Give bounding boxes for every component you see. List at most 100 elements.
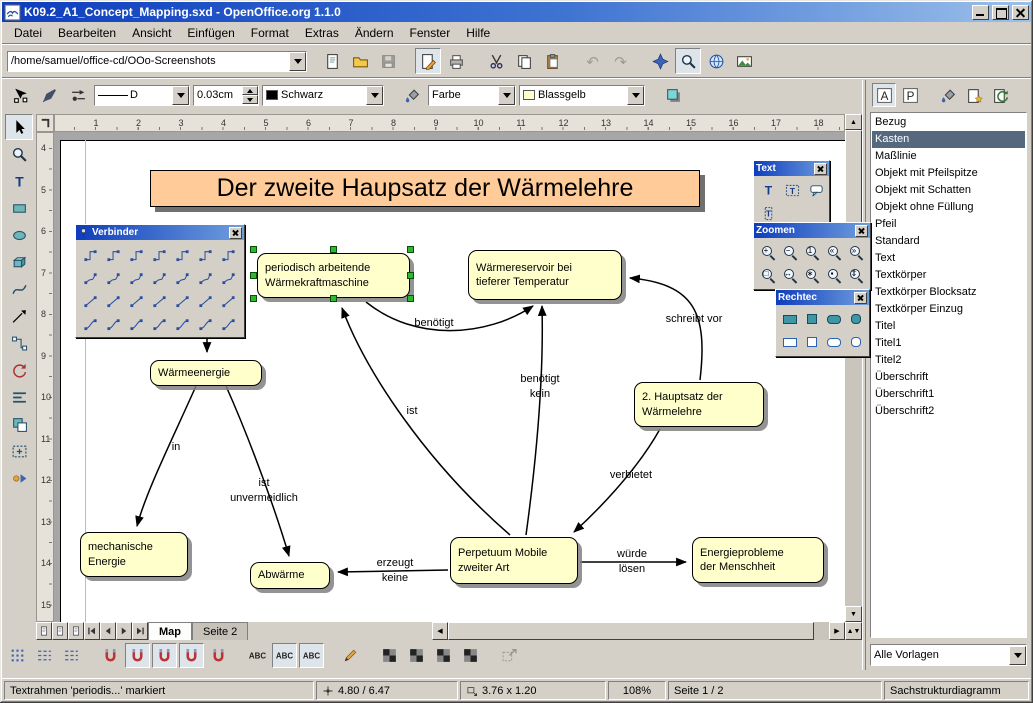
selection-handle[interactable] xyxy=(407,246,414,253)
connector-type-button[interactable] xyxy=(194,266,216,288)
selection-handle[interactable] xyxy=(330,246,337,253)
connector-type-button[interactable] xyxy=(79,289,101,311)
close-icon[interactable] xyxy=(814,163,827,175)
snap-to-snap-lines-button[interactable] xyxy=(125,643,150,668)
menu-item[interactable]: Einfügen xyxy=(179,24,242,42)
node-waermeenergie[interactable]: Wärmeenergie xyxy=(150,360,262,386)
print-button[interactable] xyxy=(443,48,469,74)
status-template[interactable]: Sachstrukturdiagramm xyxy=(884,681,1029,700)
style-item[interactable]: Überschrift1 xyxy=(872,386,1025,403)
insert-tool[interactable] xyxy=(5,438,33,464)
connector-type-button[interactable] xyxy=(125,312,147,334)
zoom-in-button[interactable]: + xyxy=(757,241,779,263)
close-icon[interactable] xyxy=(855,225,868,237)
chevron-down-icon[interactable] xyxy=(1009,646,1026,665)
update-style-button[interactable] xyxy=(988,83,1012,107)
navigator-button[interactable] xyxy=(647,48,673,74)
style-item[interactable]: Überschrift xyxy=(872,369,1025,386)
edge-label[interactable]: würde lösen xyxy=(604,547,660,577)
copy-button[interactable] xyxy=(511,48,537,74)
connector-type-button[interactable] xyxy=(102,243,124,265)
rounded-rectangle-outline[interactable] xyxy=(823,331,845,353)
connector-type-button[interactable] xyxy=(171,289,193,311)
menu-item[interactable]: Extras xyxy=(297,24,347,42)
grid-visible-button[interactable] xyxy=(5,643,30,668)
fill-color-combobox[interactable]: Blassgelb xyxy=(519,85,645,106)
fill-style-combobox[interactable]: Farbe xyxy=(428,85,516,106)
connector-type-button[interactable] xyxy=(194,312,216,334)
connector-type-button[interactable] xyxy=(148,243,170,265)
node-waermereservoir[interactable]: Wärmereservoir bei tieferer Temperatur xyxy=(468,250,622,300)
edge-label[interactable]: verbietet xyxy=(598,468,664,483)
double-click-edit-text-button[interactable] xyxy=(299,643,324,668)
palette-titlebar[interactable]: Text xyxy=(754,161,829,176)
style-item[interactable]: Titel2 xyxy=(872,352,1025,369)
minimize-button[interactable] xyxy=(972,5,989,20)
pan-button[interactable]: ⇕ xyxy=(845,264,867,286)
status-size[interactable]: 3.76 x 1.20 xyxy=(460,681,606,700)
redo-button[interactable] xyxy=(607,48,633,74)
connector-type-button[interactable] xyxy=(171,266,193,288)
style-item[interactable]: Textkörper xyxy=(872,267,1025,284)
spin-down-button[interactable] xyxy=(242,95,258,104)
snap-to-page-margins-button[interactable] xyxy=(152,643,177,668)
style-item[interactable]: Objekt mit Pfeilspitze xyxy=(872,165,1025,182)
view-mode-button-1[interactable] xyxy=(36,622,52,640)
square-outline[interactable] xyxy=(801,331,823,353)
edge-label[interactable]: ist xyxy=(390,404,434,419)
menu-item[interactable]: Datei xyxy=(6,24,50,42)
shadow-toggle-button[interactable] xyxy=(660,82,686,108)
display-quality-color-button[interactable] xyxy=(377,643,402,668)
horizontal-scrollbar[interactable]: ◀ ▶ xyxy=(432,622,845,640)
edge-label[interactable]: benötigt kein xyxy=(509,372,571,402)
rectangle-tool[interactable] xyxy=(5,195,33,221)
connector-type-button[interactable] xyxy=(79,312,101,334)
vertical-scrollbar[interactable]: ▲ ▼ xyxy=(845,114,862,622)
chevron-down-icon[interactable] xyxy=(498,86,515,105)
connector-type-button[interactable] xyxy=(148,289,170,311)
zoom-previous-button[interactable]: « xyxy=(823,241,845,263)
connector-type-button[interactable] xyxy=(148,266,170,288)
horizontal-ruler[interactable]: 123456789101112131415161718 xyxy=(54,114,845,132)
edge-label[interactable]: ist unvermeidlich xyxy=(222,476,306,506)
fit-text-to-frame-tool[interactable] xyxy=(781,179,803,201)
spin-up-button[interactable] xyxy=(242,86,258,95)
zoom-optimal-button[interactable]: ∗ xyxy=(801,264,823,286)
menu-item[interactable]: Fenster xyxy=(402,24,459,42)
scroll-up-button[interactable]: ▲ xyxy=(845,114,862,130)
presentation-styles-button[interactable] xyxy=(898,83,922,107)
connector-type-button[interactable] xyxy=(217,312,239,334)
edit-file-button[interactable] xyxy=(415,48,441,74)
connector-type-button[interactable] xyxy=(125,243,147,265)
zoom-object-button[interactable]: ▪ xyxy=(823,264,845,286)
view-mode-button-3[interactable] xyxy=(68,622,84,640)
interaction-tool[interactable] xyxy=(5,465,33,491)
line-color-combobox[interactable]: Schwarz xyxy=(262,85,384,106)
new-document-button[interactable] xyxy=(319,48,345,74)
zoom-out-button[interactable]: − xyxy=(779,241,801,263)
cut-button[interactable] xyxy=(483,48,509,74)
page-jump-button[interactable]: ▲▼ xyxy=(845,622,862,640)
zoom-tool[interactable] xyxy=(5,141,33,167)
next-page-button[interactable] xyxy=(116,622,132,640)
paste-button[interactable] xyxy=(539,48,565,74)
selection-handle[interactable] xyxy=(250,272,257,279)
previous-page-button[interactable] xyxy=(100,622,116,640)
rounded-rectangle-filled[interactable] xyxy=(823,308,845,330)
square-filled[interactable] xyxy=(801,308,823,330)
zoom-page-width-button[interactable]: ↔ xyxy=(779,264,801,286)
status-zoom[interactable]: 108% xyxy=(608,681,666,700)
scroll-right-button[interactable]: ▶ xyxy=(829,622,845,640)
style-item[interactable]: Titel1 xyxy=(872,335,1025,352)
menu-item[interactable]: Bearbeiten xyxy=(50,24,124,42)
save-button[interactable] xyxy=(375,48,401,74)
style-item[interactable]: Text xyxy=(872,250,1025,267)
menu-item[interactable]: Hilfe xyxy=(458,24,498,42)
node-title[interactable]: Der zweite Haupsatz der Wärmelehre xyxy=(150,170,700,207)
first-page-button[interactable] xyxy=(84,622,100,640)
connector-type-button[interactable] xyxy=(194,289,216,311)
snap-to-object-points-button[interactable] xyxy=(206,643,231,668)
undo-button[interactable] xyxy=(579,48,605,74)
chevron-down-icon[interactable] xyxy=(289,52,306,71)
status-position[interactable]: 4.80 / 6.47 xyxy=(316,681,458,700)
